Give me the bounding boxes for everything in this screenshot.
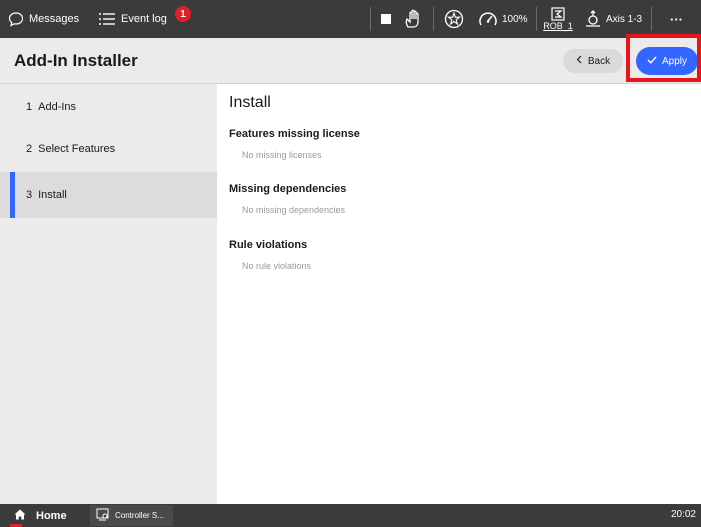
- step-number: 3: [26, 189, 33, 201]
- chevron-left-icon: [576, 55, 582, 67]
- collision-avoidance-icon[interactable]: [444, 0, 464, 38]
- bottom-taskbar: Home Controller S... 20:02: [0, 504, 701, 527]
- step-number: 1: [26, 101, 33, 113]
- mechanical-unit-button[interactable]: ROB_1: [542, 0, 574, 38]
- install-panel: Install Features missing license No miss…: [217, 84, 701, 504]
- top-status-bar: Messages Event log 1 100% ROB_1 Axis 1-3…: [0, 0, 701, 38]
- rules-heading: Rule violations: [229, 239, 308, 251]
- messages-icon: [8, 11, 24, 27]
- more-menu-button[interactable]: ···: [670, 0, 683, 38]
- step-label: Add-Ins: [38, 101, 77, 113]
- home-icon: [14, 509, 26, 523]
- step-number: 2: [26, 143, 33, 155]
- divider: [433, 7, 434, 31]
- step-install[interactable]: 3 Install: [0, 172, 217, 218]
- divider: [536, 7, 537, 31]
- home-label: Home: [36, 509, 67, 522]
- wizard-steps-sidebar: 1 Add-Ins 2 Select Features 3 Install: [0, 84, 217, 504]
- event-log-badge: 1: [175, 6, 191, 22]
- stop-icon[interactable]: [380, 0, 392, 38]
- dependencies-status: No missing dependencies: [242, 205, 346, 215]
- step-label: Install: [38, 189, 67, 201]
- app-window: Messages Event log 1 100% ROB_1 Axis 1-3…: [0, 0, 701, 527]
- axis-icon: [583, 9, 603, 29]
- divider: [651, 7, 652, 31]
- taskbar-app-label: Controller S...: [115, 511, 164, 520]
- section-title: Install: [229, 94, 271, 111]
- step-select-features[interactable]: 2 Select Features: [0, 126, 217, 172]
- messages-label: Messages: [29, 13, 80, 25]
- event-log-label: Event log: [121, 13, 167, 25]
- license-status: No missing licenses: [242, 150, 322, 160]
- controller-settings-icon: [96, 508, 109, 523]
- license-heading: Features missing license: [229, 128, 360, 140]
- step-label: Select Features: [38, 143, 116, 155]
- highlight-box: [626, 34, 701, 82]
- active-step-indicator: [10, 172, 15, 218]
- hand-guide-icon[interactable]: [402, 0, 424, 38]
- speed-value: 100%: [502, 13, 528, 25]
- dependencies-heading: Missing dependencies: [229, 183, 347, 195]
- step-add-ins[interactable]: 1 Add-Ins: [0, 84, 217, 130]
- axis-label: Axis 1-3: [606, 13, 643, 25]
- page-title: Add-In Installer: [14, 51, 138, 70]
- taskbar-app-controller-settings[interactable]: Controller S...: [90, 505, 173, 526]
- speed-override-button[interactable]: 100%: [478, 0, 528, 38]
- robot-label: ROB_1: [543, 21, 573, 31]
- jog-axis-button[interactable]: Axis 1-3: [583, 0, 642, 38]
- divider: [370, 7, 371, 31]
- speedometer-icon: [478, 10, 498, 28]
- back-button[interactable]: Back: [563, 49, 623, 73]
- page-header: Add-In Installer Back Apply: [0, 38, 701, 84]
- rules-status: No rule violations: [242, 261, 312, 271]
- clock: 20:02: [670, 509, 696, 520]
- back-label: Back: [587, 55, 611, 67]
- robot-unit-icon: [551, 7, 565, 21]
- list-icon: [98, 11, 116, 27]
- event-log-button[interactable]: Event log: [98, 0, 167, 38]
- messages-button[interactable]: Messages: [8, 0, 79, 38]
